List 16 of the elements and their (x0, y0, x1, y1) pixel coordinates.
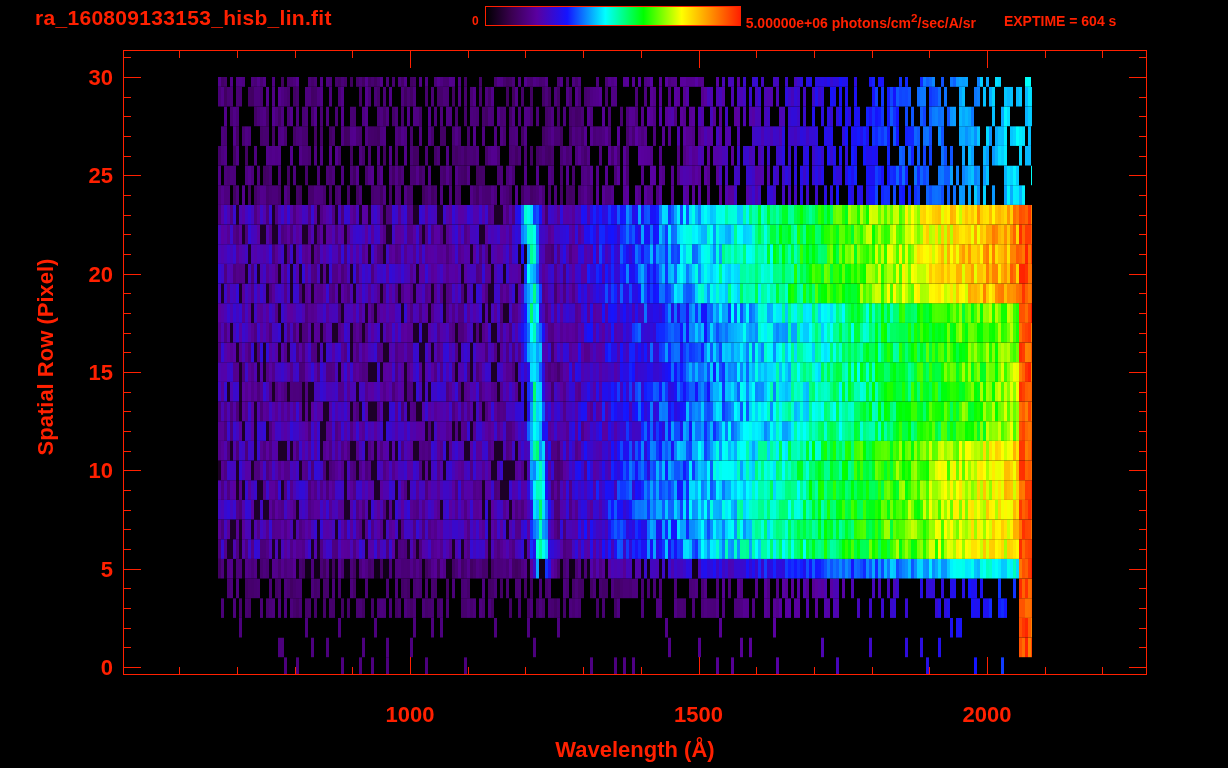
file-title: ra_160809133153_hisb_lin.fit (35, 6, 333, 30)
colorbar-max-label: 5.00000e+06 photons/cm$^{2}$/sec/A/sr (745, 11, 976, 31)
x-tick-label: 2000 (962, 702, 1012, 727)
y-tick-label: 25 (88, 163, 113, 189)
y-tick-label: 20 (88, 261, 113, 287)
x-tick-label: 1000 (385, 702, 435, 727)
y-tick-label: 15 (88, 360, 113, 385)
y-tick-label: 0 (100, 655, 113, 680)
y-tick-label: 30 (88, 65, 113, 90)
y-tick-label: 10 (88, 458, 113, 484)
x-axis-title: Wavelength (Å) (555, 737, 715, 762)
colorbar-min-label: 0 (472, 14, 479, 28)
y-axis-title: Spatial Row (Pixel) (33, 258, 58, 456)
exposure-time: EXPTIME = 604 s (1003, 13, 1117, 29)
y-tick-label: 5 (100, 556, 113, 582)
x-tick-label: 1500 (674, 702, 723, 727)
